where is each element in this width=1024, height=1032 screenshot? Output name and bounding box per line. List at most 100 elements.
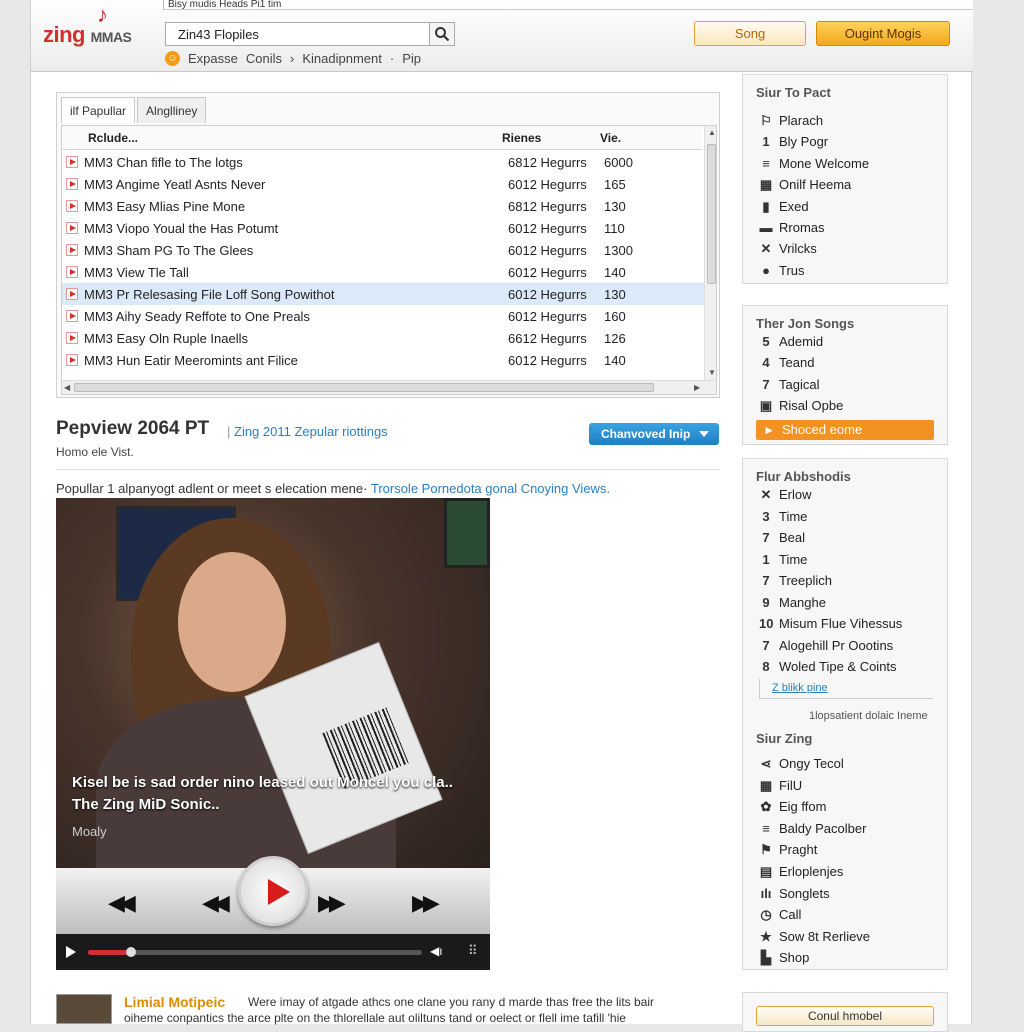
changed-dropdown-button[interactable]: Chanvoved Inip bbox=[589, 423, 719, 445]
play-button[interactable] bbox=[238, 856, 308, 926]
subnav-item[interactable]: Conils bbox=[246, 51, 282, 66]
sidebar-item[interactable]: 4 Teand bbox=[759, 355, 814, 370]
subnav-item[interactable]: Expasse bbox=[188, 51, 238, 66]
play-icon[interactable] bbox=[66, 266, 78, 278]
description-link[interactable]: Trorsole Pornedota gonal Cnoying Views. bbox=[371, 481, 610, 496]
sidebar-item[interactable]: 8 Woled Tipe & Coints bbox=[759, 659, 896, 674]
sidebar-item[interactable]: 9 Manghe bbox=[759, 595, 826, 610]
sidebar-item[interactable]: ✿ Eig ffom bbox=[759, 799, 827, 815]
sidebar-item[interactable]: 1 Time bbox=[759, 552, 807, 567]
table-row[interactable]: MM3 Aihy Seady Reffote to One Preals 6012… bbox=[62, 305, 704, 327]
song-title[interactable]: MM3 Sham PG To The Glees bbox=[84, 243, 253, 258]
sidebar-item[interactable]: ◷ Call bbox=[759, 907, 801, 923]
scroll-down-icon[interactable]: ▼ bbox=[708, 368, 716, 377]
play-icon[interactable] bbox=[66, 244, 78, 256]
progress-track[interactable] bbox=[88, 947, 422, 957]
table-row[interactable]: MM3 Easy Mlias Pine Mone 6812 Hegurrs 130 bbox=[62, 195, 704, 217]
sidebar-item[interactable]: 3 Time bbox=[759, 509, 807, 524]
play-icon[interactable] bbox=[66, 178, 78, 190]
song-title[interactable]: MM3 View Tle Tall bbox=[84, 265, 189, 280]
search-button[interactable] bbox=[429, 22, 455, 46]
scroll-left-icon[interactable]: ◀ bbox=[64, 383, 70, 392]
sidebar-item[interactable]: 7 Tagical bbox=[759, 377, 819, 392]
small-play-icon[interactable] bbox=[66, 946, 76, 958]
subnav-item[interactable]: Pip bbox=[402, 51, 421, 66]
column-header-title[interactable]: Rclude... bbox=[88, 131, 138, 145]
footer-title[interactable]: Limial Motipeic bbox=[124, 994, 225, 1010]
skip-back-icon[interactable]: ◀◀ bbox=[108, 890, 136, 916]
volume-icon[interactable]: ◀ı bbox=[430, 944, 443, 958]
sidebar-item[interactable]: ⚑ Praght bbox=[759, 842, 817, 858]
song-button[interactable]: Song bbox=[694, 21, 806, 46]
table-row[interactable]: MM3 Viopo Youal the Has Potumt 6012 Hegur… bbox=[62, 217, 704, 239]
search-input[interactable]: Zin43 Flopiles bbox=[165, 22, 435, 46]
song-title[interactable]: MM3 Easy Mlias Pine Mone bbox=[84, 199, 245, 214]
play-icon[interactable] bbox=[66, 156, 78, 168]
song-title[interactable]: MM3 Easy Oln Ruple Inaells bbox=[84, 331, 248, 346]
play-icon[interactable] bbox=[66, 310, 78, 322]
table-row[interactable]: MM3 Easy Oln Ruple Inaells 6612 Hegurrs 12… bbox=[62, 327, 704, 349]
horizontal-scrollbar[interactable]: ◀ ▶ bbox=[62, 380, 716, 394]
table-row[interactable]: MM3 View Tle Tall 6012 Hegurrs 140 bbox=[62, 261, 704, 283]
video-frame[interactable]: Kisel be is sad order nino leased out Mo… bbox=[56, 498, 490, 898]
footer-thumbnail[interactable] bbox=[56, 994, 112, 1024]
vertical-scrollbar[interactable]: ▲ ▼ bbox=[704, 126, 716, 382]
sidebar-item[interactable]: ▤ Erloplenjes bbox=[759, 864, 843, 880]
login-button[interactable]: Ougint Mogis bbox=[816, 21, 950, 46]
sidebar-link[interactable]: Z blikk pine bbox=[759, 679, 933, 699]
tab-alternative[interactable]: Alnglliney bbox=[137, 97, 207, 123]
scrollbar-thumb[interactable] bbox=[707, 144, 716, 284]
sidebar-item[interactable]: ⚐ Plarach bbox=[759, 113, 823, 129]
song-title[interactable]: MM3 Angime Yeatl Asnts Never bbox=[84, 177, 265, 192]
sidebar-item[interactable]: ≡ Baldy Pacolber bbox=[759, 821, 866, 836]
play-icon[interactable] bbox=[66, 222, 78, 234]
fast-forward-icon[interactable]: ▶▶ bbox=[318, 890, 346, 916]
play-icon[interactable] bbox=[66, 288, 78, 300]
scroll-right-icon[interactable]: ▶ bbox=[694, 383, 700, 392]
column-header-artist[interactable]: Rienes bbox=[502, 131, 541, 145]
tab-popular[interactable]: ilf Papullar bbox=[61, 97, 136, 123]
sidebar-item[interactable]: 7 Treeplich bbox=[759, 573, 832, 588]
fullscreen-icon[interactable]: ⠿ bbox=[468, 943, 478, 959]
logo[interactable]: ♪ zing MMAS bbox=[43, 2, 132, 48]
sidebar-item[interactable]: 5 Ademid bbox=[759, 334, 823, 349]
song-title[interactable]: MM3 Aihy Seady Reffote to One Preals bbox=[84, 309, 310, 324]
sidebar-item[interactable]: 7 Alogehill Pr Oootins bbox=[759, 638, 893, 653]
sidebar-item[interactable]: ılı Songlets bbox=[759, 886, 830, 901]
song-title[interactable]: MM3 Chan fifle to The lotgs bbox=[84, 155, 243, 170]
sidebar-item[interactable]: ★ Sow 8t Rerlieve bbox=[759, 929, 870, 945]
sidebar-item[interactable]: ▬ Rromas bbox=[759, 220, 825, 235]
preview-link[interactable]: Zing 2011 Zepular riottings bbox=[227, 424, 388, 439]
table-row[interactable]: MM3 Chan fifle to The lotgs 6812 Hegurrs 6… bbox=[62, 151, 704, 173]
sidebar-item[interactable]: ▮ Exed bbox=[759, 199, 808, 215]
play-icon[interactable] bbox=[66, 332, 78, 344]
scrollbar-thumb[interactable] bbox=[74, 383, 654, 392]
column-header-views[interactable]: Vie. bbox=[600, 131, 621, 145]
table-row[interactable]: MM3 Angime Yeatl Asnts Never 6012 Hegurrs… bbox=[62, 173, 704, 195]
play-icon[interactable] bbox=[66, 354, 78, 366]
sidebar-item[interactable]: ✕ Erlow bbox=[759, 487, 812, 503]
sidebar-item[interactable]: ⋖ Ongy Tecol bbox=[759, 756, 844, 772]
song-title[interactable]: MM3 Pr Relesasing File Loff Song Powitho… bbox=[84, 287, 335, 302]
scroll-up-icon[interactable]: ▲ bbox=[708, 128, 716, 137]
sidebar-item[interactable]: ✕ Vrilcks bbox=[759, 241, 817, 257]
sidebar-item[interactable]: ▣ Risal Opbe bbox=[759, 398, 843, 414]
video-player[interactable]: Kisel be is sad order nino leased out Mo… bbox=[56, 498, 490, 970]
table-row[interactable]: MM3 Sham PG To The Glees 6012 Hegurrs 1300 bbox=[62, 239, 704, 261]
song-title[interactable]: MM3 Viopo Youal the Has Potumt bbox=[84, 221, 278, 236]
sidebar-item[interactable]: ▙ Shop bbox=[759, 950, 809, 966]
sidebar-item[interactable]: 1 Bly Pogr bbox=[759, 134, 828, 149]
sidebar-item[interactable]: ▦ Onilf Heema bbox=[759, 177, 851, 193]
sidebar-item[interactable]: 7 Beal bbox=[759, 530, 805, 545]
table-row[interactable]: MM3 Pr Relesasing File Loff Song Powitho… bbox=[62, 283, 704, 305]
sidebar-item[interactable]: ≡ Mone Welcome bbox=[759, 156, 869, 171]
rewind-icon[interactable]: ◀◀ bbox=[202, 890, 230, 916]
progress-knob[interactable] bbox=[126, 947, 137, 957]
sidebar-item[interactable]: ● Trus bbox=[759, 263, 804, 278]
subnav-item[interactable]: Kinadipnment bbox=[302, 51, 382, 66]
sidebar-item[interactable]: 10 Misum Flue Vihessus bbox=[759, 616, 902, 631]
table-row[interactable]: MM3 Hun Eatir Meeromints ant Filice 6012 … bbox=[62, 349, 704, 371]
song-title[interactable]: MM3 Hun Eatir Meeromints ant Filice bbox=[84, 353, 298, 368]
sidebar-item[interactable]: ▸ Shoced eome bbox=[756, 419, 934, 440]
contact-button[interactable]: Conul hmobel bbox=[756, 1006, 934, 1026]
